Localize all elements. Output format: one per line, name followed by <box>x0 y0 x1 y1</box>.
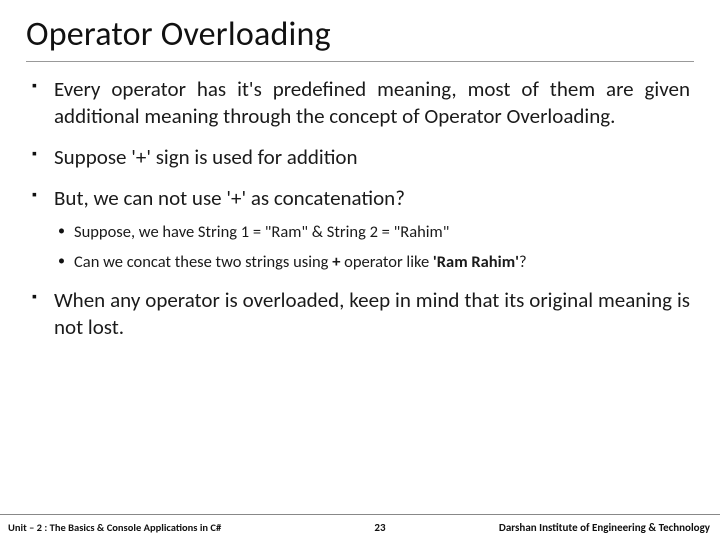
slide-footer: Unit – 2 : The Basics & Console Applicat… <box>0 514 720 540</box>
slide-title: Operator Overloading <box>26 14 694 62</box>
sub-bullet-item: Can we concat these two strings using + … <box>54 252 690 273</box>
text-run: ? <box>519 252 527 272</box>
text-run: operator like <box>340 252 433 272</box>
footer-right: Darshan Institute of Engineering & Techn… <box>420 521 720 534</box>
slide-content: Every operator has it's predefined meani… <box>26 76 694 341</box>
footer-bar: Unit – 2 : The Basics & Console Applicat… <box>0 514 720 540</box>
footer-left: Unit – 2 : The Basics & Console Applicat… <box>0 521 340 534</box>
bullet-list: Every operator has it's predefined meani… <box>30 76 690 341</box>
bullet-item: Suppose '+' sign is used for addition <box>30 144 690 171</box>
bullet-item: But, we can not use '+' as concatenation… <box>30 185 690 273</box>
bullet-text: But, we can not use '+' as concatenation… <box>54 185 405 211</box>
sub-bullet-list: Suppose, we have String 1 = "Ram" & Stri… <box>54 222 690 273</box>
text-run: Can we concat these two strings using <box>74 252 332 272</box>
bullet-item: When any operator is overloaded, keep in… <box>30 287 690 341</box>
footer-page-number: 23 <box>340 521 420 534</box>
text-bold: 'Ram Rahim' <box>433 252 519 272</box>
bullet-item: Every operator has it's predefined meani… <box>30 76 690 130</box>
sub-bullet-item: Suppose, we have String 1 = "Ram" & Stri… <box>54 222 690 243</box>
slide: Operator Overloading Every operator has … <box>0 0 720 540</box>
